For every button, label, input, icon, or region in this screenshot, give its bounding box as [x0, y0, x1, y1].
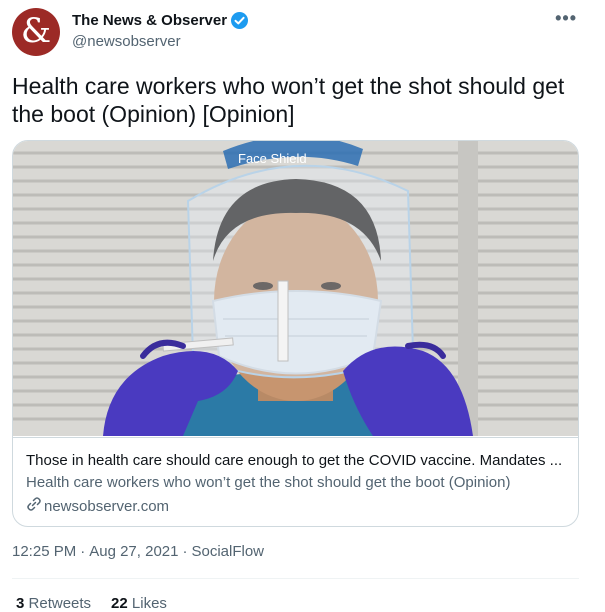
likes-stat[interactable]: 22 Likes — [111, 595, 167, 612]
tweet-meta: 12:25 PM · Aug 27, 2021 · SocialFlow — [12, 543, 264, 560]
verified-badge-icon — [231, 12, 249, 29]
more-options-icon[interactable]: ••• — [555, 9, 577, 27]
link-icon — [26, 496, 42, 516]
author-name[interactable]: The News & Observer — [72, 12, 227, 29]
tweet: & The News & Observer @newsobserver ••• … — [0, 0, 605, 612]
retweets-stat[interactable]: 3 Retweets — [16, 595, 91, 612]
likes-label: Likes — [131, 595, 167, 612]
tweet-stats: 3 Retweets 22 Likes — [16, 595, 167, 612]
card-domain-row[interactable]: newsobserver.com — [26, 496, 169, 516]
meta-separator: · — [80, 543, 86, 560]
retweets-count: 3 — [16, 595, 25, 612]
divider — [12, 578, 579, 579]
face-shield-label: Face Shield — [238, 151, 307, 166]
avatar[interactable]: & — [12, 8, 60, 56]
tweet-text: Health care workers who won’t get the sh… — [12, 73, 565, 127]
likes-count: 22 — [111, 595, 128, 612]
card-text-area[interactable]: Those in health care should care enough … — [13, 437, 578, 515]
tweet-time[interactable]: 12:25 PM — [12, 543, 76, 560]
retweets-label: Retweets — [28, 595, 92, 612]
avatar-glyph: & — [20, 11, 52, 51]
link-card[interactable]: Face Shield Those in health care should … — [12, 140, 579, 527]
card-domain[interactable]: newsobserver.com — [44, 498, 169, 515]
card-title[interactable]: Those in health care should care enough … — [26, 452, 566, 469]
tweet-source[interactable]: SocialFlow — [191, 543, 264, 560]
author-name-row[interactable]: The News & Observer — [72, 12, 249, 29]
meta-separator: · — [182, 543, 188, 560]
card-description[interactable]: Health care workers who won’t get the sh… — [26, 474, 566, 491]
author-handle[interactable]: @newsobserver — [72, 33, 181, 50]
tweet-date[interactable]: Aug 27, 2021 — [89, 543, 178, 560]
card-image[interactable]: Face Shield — [13, 141, 578, 436]
